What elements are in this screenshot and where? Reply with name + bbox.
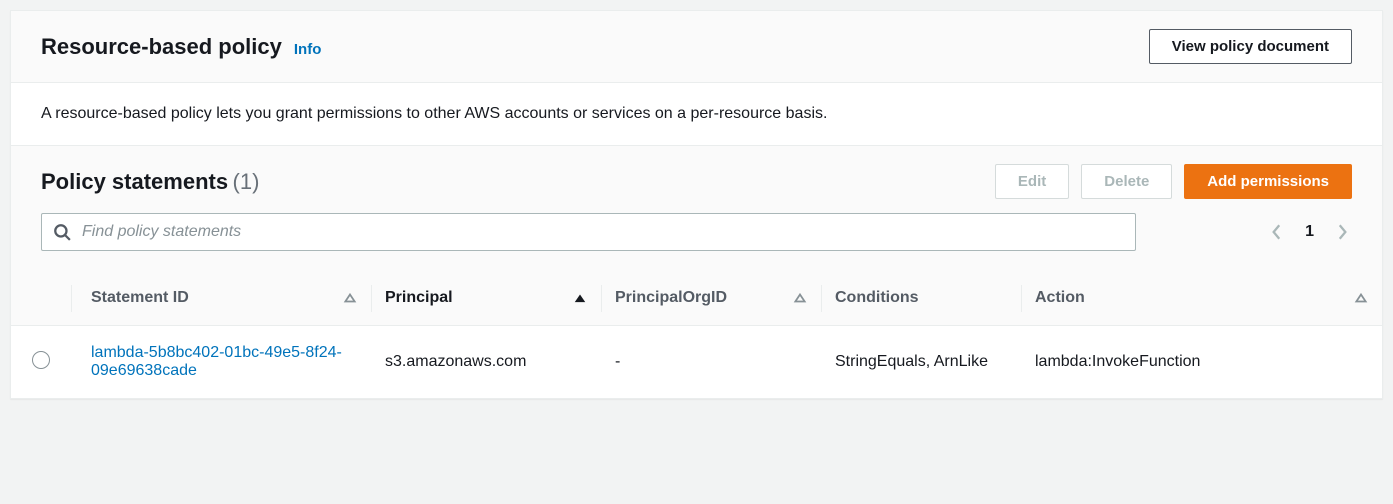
search-box	[41, 213, 1136, 251]
table-row: lambda-5b8bc402-01bc-49e5-8f24-09e69638c…	[11, 326, 1382, 399]
delete-button[interactable]: Delete	[1081, 164, 1172, 199]
column-label: Statement ID	[91, 289, 189, 307]
cell-conditions: StringEquals, ArnLike	[821, 326, 1021, 399]
table-header-row: Statement ID Principal PrincipalOrgID	[11, 271, 1382, 326]
column-conditions[interactable]: Conditions	[821, 271, 1021, 326]
cell-action: lambda:InvokeFunction	[1021, 326, 1382, 399]
column-label: Action	[1035, 289, 1085, 307]
statements-title: Policy statements	[41, 169, 228, 194]
row-select-cell	[11, 326, 71, 399]
statements-count: (1)	[233, 169, 260, 194]
sort-hollow-icon	[1354, 291, 1368, 305]
statements-actions: Edit Delete Add permissions	[995, 164, 1352, 199]
search-row: 1	[11, 213, 1382, 271]
search-input[interactable]	[41, 213, 1136, 251]
statements-table: Statement ID Principal PrincipalOrgID	[11, 271, 1382, 398]
column-principal[interactable]: Principal	[371, 271, 601, 326]
statements-title-wrap: Policy statements (1)	[41, 169, 259, 195]
chevron-right-icon	[1336, 223, 1348, 241]
policy-description: A resource-based policy lets you grant p…	[11, 83, 1382, 146]
column-select	[11, 271, 71, 326]
column-label: Conditions	[835, 289, 919, 307]
info-link[interactable]: Info	[294, 41, 322, 58]
next-page-button[interactable]	[1336, 223, 1348, 241]
page-number: 1	[1305, 223, 1314, 241]
add-permissions-button[interactable]: Add permissions	[1184, 164, 1352, 199]
pager: 1	[1271, 223, 1352, 241]
sort-hollow-icon	[343, 291, 357, 305]
sort-hollow-icon	[793, 291, 807, 305]
panel-header: Resource-based policy Info View policy d…	[11, 11, 1382, 83]
prev-page-button[interactable]	[1271, 223, 1283, 241]
panel-title: Resource-based policy	[41, 34, 282, 60]
sort-asc-icon	[573, 291, 587, 305]
row-radio[interactable]	[32, 351, 50, 369]
chevron-left-icon	[1271, 223, 1283, 241]
column-action[interactable]: Action	[1021, 271, 1382, 326]
column-statement-id[interactable]: Statement ID	[71, 271, 371, 326]
cell-statement-id: lambda-5b8bc402-01bc-49e5-8f24-09e69638c…	[71, 326, 371, 399]
column-label: Principal	[385, 289, 453, 307]
view-policy-document-button[interactable]: View policy document	[1149, 29, 1352, 64]
statement-id-link[interactable]: lambda-5b8bc402-01bc-49e5-8f24-09e69638c…	[91, 344, 342, 379]
panel-header-left: Resource-based policy Info	[41, 34, 321, 60]
statements-header: Policy statements (1) Edit Delete Add pe…	[11, 146, 1382, 213]
search-icon	[53, 223, 71, 241]
resource-policy-panel: Resource-based policy Info View policy d…	[10, 10, 1383, 399]
column-label: PrincipalOrgID	[615, 289, 727, 307]
column-principal-org-id[interactable]: PrincipalOrgID	[601, 271, 821, 326]
cell-principal: s3.amazonaws.com	[371, 326, 601, 399]
cell-principal-org-id: -	[601, 326, 821, 399]
edit-button[interactable]: Edit	[995, 164, 1069, 199]
